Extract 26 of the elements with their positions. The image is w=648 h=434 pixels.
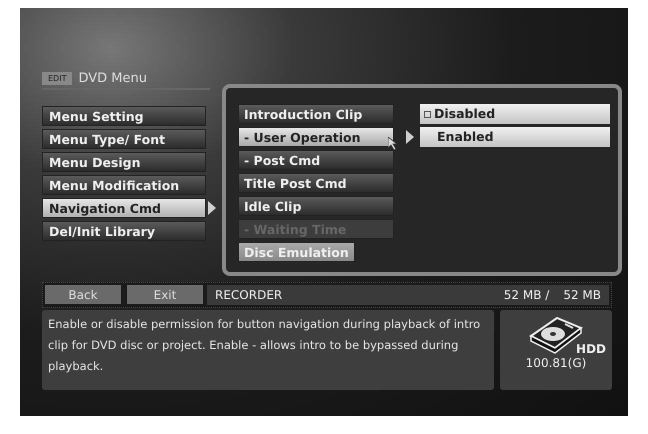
submenu-item[interactable]: Idle Clip [238,196,394,216]
mouse-cursor-icon [388,137,398,151]
menu-title: DVD Menu [78,71,147,86]
used-space: 52 MB / [504,288,550,302]
description-text: Enable or disable permission for button navigation during playback of intro clip for DVD disc or project. Enable - allows intro to be bypassed during playback. [42,310,494,390]
submenu-item[interactable]: - Post Cmd [238,150,394,170]
menu-item[interactable]: Del/Init Library [42,221,206,241]
bar-button[interactable]: Back [45,285,121,304]
drive-label: HDD [576,342,606,356]
option-item[interactable]: Disabled [420,104,610,124]
submenu-item[interactable]: - User Operation [238,127,394,147]
edit-badge: EDIT [42,72,72,85]
menu-item[interactable]: Menu Setting [42,106,206,126]
submenu-item[interactable]: Introduction Clip [238,104,394,124]
option-item[interactable]: Enabled [420,127,610,147]
pointer-icon [208,201,216,215]
menu-item[interactable]: Menu Type/ Font [42,129,206,149]
total-space: 52 MB [563,288,601,302]
drive-capacity: 100.81(G) [526,356,586,370]
menu-item[interactable]: Menu Modification [42,175,206,195]
bar-button[interactable]: Exit [127,285,203,304]
source-label: RECORDER [215,288,282,302]
pointer-icon [406,130,414,144]
menu-item[interactable]: Navigation Cmd [42,198,206,218]
submenu-item[interactable]: Title Post Cmd [238,173,394,193]
menu-item[interactable]: Menu Design [42,152,206,172]
